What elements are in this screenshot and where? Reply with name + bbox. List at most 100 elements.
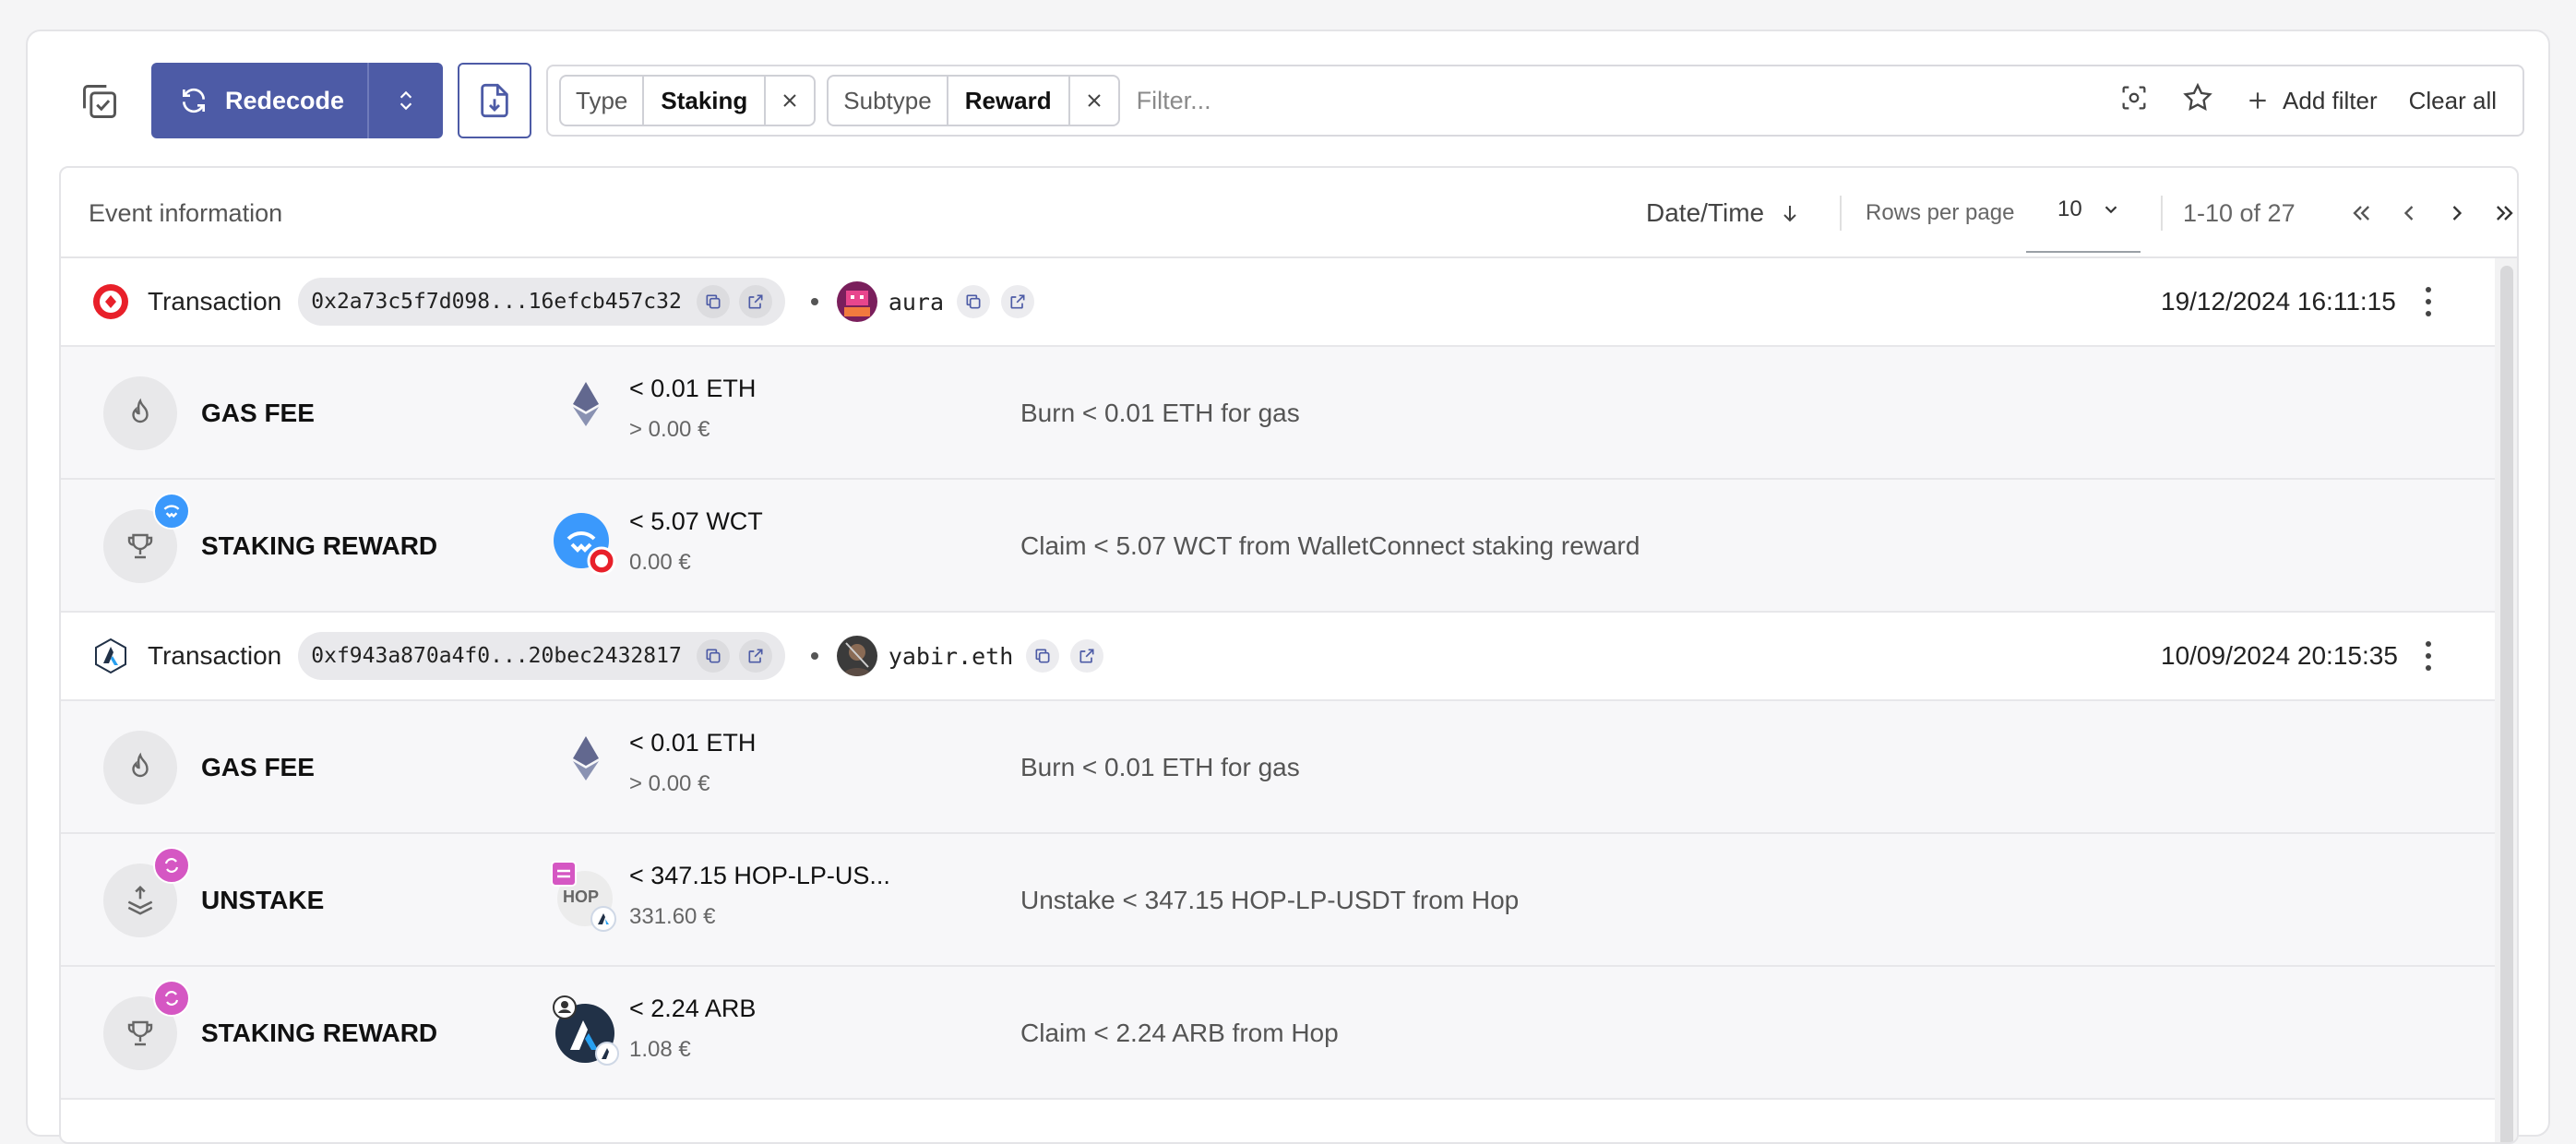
filter-bar: Type Staking Subtype Reward Filter... Ad…	[546, 65, 2524, 137]
last-page-icon[interactable]	[2491, 199, 2517, 227]
export-button[interactable]	[458, 63, 531, 138]
account-name: yabir.eth	[888, 642, 1014, 670]
asset-amount: < 2.24 ARB	[629, 995, 757, 1022]
filter-chip-key: Subtype	[829, 77, 948, 125]
copy-icon[interactable]	[696, 285, 730, 318]
arrow-down-icon	[1783, 206, 1796, 222]
event-notes: Burn < 0.01 ETH for gas	[1020, 399, 1300, 427]
asset-amount: < 347.15 HOP-LP-US...	[629, 862, 890, 889]
star-icon[interactable]	[2181, 81, 2214, 121]
asset-amount: < 0.01 ETH	[629, 729, 757, 757]
external-link-icon[interactable]	[1070, 639, 1104, 673]
event-row: UNSTAKE HOP < 347.15 HOP-LP-US... 331.60…	[61, 834, 2517, 967]
first-page-icon[interactable]	[2347, 199, 2375, 227]
file-download-icon	[481, 83, 508, 118]
separator-dot	[810, 298, 818, 305]
transaction-label: Transaction	[148, 641, 282, 670]
copy-icon[interactable]	[957, 285, 991, 318]
fiat-value: 331.60 €	[629, 904, 716, 929]
walletconnect-badge-icon	[153, 493, 190, 530]
sort-label: Date/Time	[1646, 198, 1765, 227]
eth-icon	[573, 736, 599, 781]
add-filter-label: Add filter	[2283, 86, 2378, 114]
scan-icon[interactable]	[2118, 82, 2150, 120]
event-notes: Claim < 2.24 ARB from Hop	[1020, 1019, 1339, 1047]
rows-per-page-select[interactable]: 10	[2026, 168, 2141, 253]
event-notes: Unstake < 347.15 HOP-LP-USDT from Hop	[1020, 886, 1520, 914]
pagination-range: 1-10 of 27	[2183, 198, 2296, 227]
divider	[2161, 196, 2163, 231]
more-options-icon[interactable]	[2419, 638, 2438, 674]
event-row: GAS FEE < 0.01 ETH > 0.00 € Burn < 0.01 …	[61, 701, 2517, 834]
filter-chip-value[interactable]: Reward	[948, 77, 1070, 125]
unfold-icon	[400, 90, 412, 111]
event-row: STAKING REWARD < 5.07 WCT 0.00 € Claim <…	[61, 480, 2517, 613]
fiat-value: > 0.00 €	[629, 417, 710, 442]
close-icon[interactable]	[1070, 77, 1118, 125]
filter-chip-value[interactable]: Staking	[644, 77, 767, 125]
arbitrum-chain-icon	[95, 638, 126, 674]
avatar	[836, 636, 877, 676]
select-all-icon[interactable]	[74, 76, 125, 127]
filter-input[interactable]: Filter...	[1131, 66, 2118, 135]
eth-icon	[573, 382, 599, 426]
redecode-button[interactable]: Redecode	[151, 63, 367, 138]
external-link-icon[interactable]	[738, 639, 772, 673]
separator-dot	[810, 652, 818, 660]
chevron-down-icon	[2105, 206, 2117, 214]
history-card: Redecode Type Staking Subtype Reward Fil…	[26, 30, 2550, 1144]
next-page-icon[interactable]	[2443, 199, 2471, 227]
events-table: Event information Date/Time Rows per pag…	[59, 166, 2519, 1144]
add-filter-button[interactable]: Add filter	[2246, 87, 2378, 115]
divider	[1840, 196, 1842, 231]
pagination-controls	[2347, 168, 2517, 258]
hop-token-text: HOP	[563, 888, 600, 906]
transaction-row: Transaction 0xf943a870a4f0...20bec243281…	[61, 613, 2517, 701]
transaction-datetime: 19/12/2024 16:11:15	[2161, 287, 2396, 316]
filter-chip-subtype: Subtype Reward	[827, 75, 1120, 126]
account-name: aura	[888, 288, 945, 316]
arb-token-icon	[553, 995, 619, 1066]
optimism-chain-icon	[93, 284, 128, 319]
hop-badge-icon	[153, 980, 190, 1017]
event-notes: Burn < 0.01 ETH for gas	[1020, 753, 1300, 781]
external-link-icon[interactable]	[1001, 285, 1035, 318]
event-type: GAS FEE	[201, 753, 315, 781]
external-link-icon[interactable]	[738, 285, 772, 318]
hop-badge-icon	[153, 847, 190, 884]
asset-amount: < 5.07 WCT	[629, 507, 763, 535]
avatar	[836, 281, 877, 322]
tx-hash: 0x2a73c5f7d098...16efcb457c32	[311, 290, 682, 314]
copy-icon[interactable]	[1026, 639, 1060, 673]
fiat-value: 1.08 €	[629, 1037, 691, 1062]
tx-hash-pill: 0xf943a870a4f0...20bec2432817	[298, 632, 785, 680]
event-type: STAKING REWARD	[201, 1019, 438, 1047]
event-type: STAKING REWARD	[201, 531, 438, 560]
hop-lp-token-icon: HOP	[550, 860, 622, 934]
redecode-button-group: Redecode	[151, 63, 443, 138]
tx-hash-pill: 0x2a73c5f7d098...16efcb457c32	[298, 278, 785, 326]
event-type: GAS FEE	[201, 399, 315, 427]
clear-all-button[interactable]: Clear all	[2409, 87, 2497, 115]
more-options-icon[interactable]	[2419, 283, 2438, 320]
fiat-value: 0.00 €	[629, 550, 691, 575]
transaction-datetime: 10/09/2024 20:15:35	[2161, 641, 2398, 670]
rows-per-page-value: 10	[2057, 197, 2082, 221]
redecode-options-button[interactable]	[369, 63, 443, 138]
tx-hash: 0xf943a870a4f0...20bec2432817	[311, 644, 682, 668]
walletconnect-token-icon	[554, 513, 616, 576]
filter-chip-type: Type Staking	[559, 75, 817, 126]
sort-datetime-button[interactable]: Date/Time	[1646, 168, 1801, 258]
column-header-event-information: Event information	[89, 198, 283, 227]
prev-page-icon[interactable]	[2395, 199, 2423, 227]
event-notes: Claim < 5.07 WCT from WalletConnect stak…	[1020, 531, 1640, 560]
event-type: UNSTAKE	[201, 886, 325, 914]
table-header: Event information Date/Time Rows per pag…	[61, 168, 2517, 258]
close-icon[interactable]	[766, 77, 814, 125]
refresh-icon	[183, 88, 205, 113]
transaction-row: Transaction 0x2a73c5f7d098...16efcb457c3…	[61, 258, 2517, 347]
copy-icon[interactable]	[696, 639, 730, 673]
plus-icon	[2249, 92, 2266, 109]
event-row: GAS FEE < 0.01 ETH > 0.00 € Burn < 0.01 …	[61, 347, 2517, 480]
scrollbar-thumb[interactable]	[2500, 266, 2513, 1142]
